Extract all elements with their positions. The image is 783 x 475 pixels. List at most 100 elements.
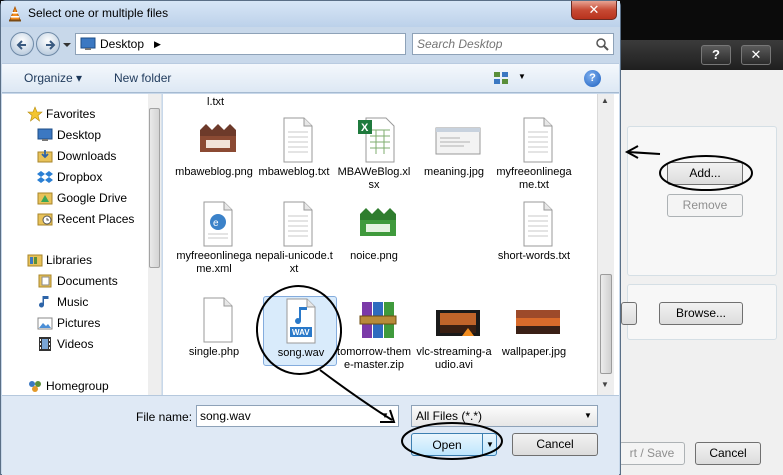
text-file-icon [523,117,553,163]
pictures-icon [37,317,53,330]
google-drive-icon [37,192,53,205]
nav-item-google-drive[interactable]: Google Drive [2,188,147,208]
search-box[interactable] [412,33,614,55]
desktop-icon [80,37,96,50]
scroll-up-icon[interactable]: ▲ [601,96,609,105]
nav-item-label: Recent Places [57,212,135,226]
star-icon [27,106,43,122]
background-help-button[interactable]: ? [701,45,731,65]
remove-button[interactable]: Remove [667,194,743,217]
nav-item-label: Google Drive [57,191,128,205]
back-arrow-icon [16,40,26,50]
nav-item-recent-places[interactable]: Recent Places [2,209,147,229]
search-input[interactable] [417,36,589,52]
file-item[interactable]: e myfreeonlinegame.xml [175,200,253,296]
add-button[interactable]: Add... [667,162,743,185]
file-name: nepali-unicode.txt [255,250,333,275]
open-split-dropdown-icon[interactable]: ▼ [482,434,497,455]
file-list-scrollbar[interactable]: ▲ ▼ [597,94,614,395]
search-icon[interactable] [595,37,609,51]
change-view-icon[interactable] [493,71,509,85]
file-item[interactable]: myfreeonlinegame.txt [495,116,573,212]
nav-item-videos[interactable]: Videos [2,334,147,354]
file-name: mbaweblog.png [175,166,253,178]
file-item[interactable]: noice.png [335,200,413,296]
file-item[interactable]: meaning.jpg [415,116,493,212]
file-item[interactable]: mbaweblog.txt [255,116,333,212]
file-item[interactable]: wallpaper.jpg [495,296,573,392]
filename-input[interactable] [200,408,375,424]
view-options-chevron-icon[interactable]: ▼ [518,72,526,81]
address-chevron-icon[interactable]: ▶ [154,39,161,50]
documents-icon [38,274,52,288]
organize-menu[interactable]: Organize ▾ [24,71,82,85]
filename-combobox[interactable]: ▼ [196,405,399,427]
text-file-icon [283,117,313,163]
address-bar[interactable]: Desktop ▶ ▼ [75,33,474,55]
file-name: MBAWeBlog.xlsx [337,166,411,191]
homegroup-icon [29,381,41,392]
background-close-button[interactable]: ✕ [741,45,771,65]
svg-text:X: X [361,122,369,134]
background-dialog: ? ✕ Add... Remove Browse... rt / Save Ca… [600,40,783,475]
cancel-button[interactable]: Cancel [512,433,598,456]
file-item[interactable]: tomorrow-theme-master.zip [335,296,413,392]
background-path-field[interactable] [621,302,637,325]
open-button[interactable]: Open ▼ [411,433,497,456]
navigation-scrollbar[interactable] [148,94,161,395]
filename-dropdown-icon[interactable]: ▼ [381,411,389,420]
nav-item-music[interactable]: Music [2,292,147,312]
open-button-label[interactable]: Open [412,438,482,452]
command-toolbar: Organize ▾ New folder ▼ ? [2,63,619,93]
nav-item-dropbox[interactable]: Dropbox [2,167,147,187]
nav-item-label: Pictures [57,316,101,330]
dropbox-icon [37,171,53,183]
file-item[interactable]: single.php [175,296,253,392]
nav-homegroup[interactable]: Homegroup [2,376,147,395]
nav-libraries[interactable]: Libraries [2,250,147,270]
desktop-icon [37,128,53,141]
scroll-down-icon[interactable]: ▼ [601,380,609,389]
filetype-select[interactable]: All Files (*.*) ▼ [411,405,598,427]
file-item[interactable]: short-words.txt [495,200,573,296]
file-list-scroll-thumb[interactable] [600,274,612,374]
recent-locations-chevron-icon[interactable] [62,40,72,50]
new-folder-button[interactable]: New folder [114,71,171,85]
image-thumbnail-icon [435,127,481,155]
nav-item-documents[interactable]: Documents [2,271,147,291]
window-title: Select one or multiple files [28,6,169,20]
nav-item-pictures[interactable]: Pictures [2,313,147,333]
partial-file-label[interactable]: l.txt [207,96,224,108]
file-item[interactable]: X MBAWeBlog.xlsx [335,116,413,212]
filetype-dropdown-icon[interactable]: ▼ [584,411,592,420]
file-item-selected[interactable]: WAV song.wav [263,296,337,366]
file-name: mbaweblog.txt [258,166,330,178]
file-item[interactable]: mbaweblog.png [175,116,253,212]
file-item[interactable] [415,200,493,296]
close-button[interactable]: ✕ [571,1,617,20]
navigation-scroll-thumb[interactable] [149,108,160,268]
back-button[interactable] [10,32,34,56]
video-thumbnail-icon [436,310,480,336]
nav-item-label: Videos [57,337,94,351]
dialog-footer: File name: ▼ All Files (*.*) ▼ Open ▼ Ca… [2,395,619,475]
nav-favorites[interactable]: Favorites [2,104,147,124]
nav-item-label: Downloads [57,149,117,163]
nav-item-downloads[interactable]: Downloads [2,146,147,166]
start-save-button[interactable]: rt / Save [619,442,685,465]
forward-button[interactable] [36,32,60,56]
nav-item-label: Music [57,295,89,309]
file-item[interactable]: vlc-streaming-audio.avi [415,296,493,392]
nav-item-label: Dropbox [57,170,103,184]
background-cancel-button[interactable]: Cancel [695,442,761,465]
help-icon[interactable]: ? [584,70,601,87]
file-name: noice.png [350,250,398,262]
file-item[interactable]: nepali-unicode.txt [255,200,333,296]
filename-label: File name: [136,410,193,424]
address-location[interactable]: Desktop [100,37,144,51]
nav-homegroup-label: Homegroup [46,379,109,393]
blank-file-icon [203,297,233,343]
nav-item-desktop[interactable]: Desktop [2,125,147,145]
file-name: myfreeonlinegame.txt [496,166,572,191]
browse-button[interactable]: Browse... [659,302,743,325]
